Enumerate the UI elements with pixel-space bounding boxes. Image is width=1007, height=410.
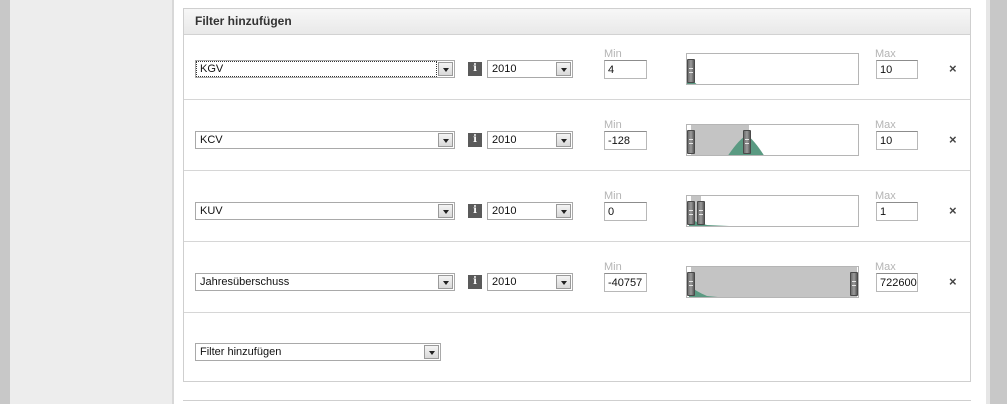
range-handle-max[interactable] (743, 130, 751, 154)
year-select[interactable]: 2010 (487, 202, 573, 220)
max-label: Max (875, 48, 896, 60)
info-icon[interactable]: i (468, 133, 482, 147)
metric-select-value: KUV (200, 205, 223, 217)
dropdown-arrow-icon[interactable] (556, 275, 571, 289)
range-handle-max[interactable] (697, 201, 705, 225)
year-select-value: 2010 (492, 205, 517, 217)
dropdown-arrow-icon[interactable] (438, 133, 453, 147)
filter-panel: Filter hinzufügen KGV i 2010 Min 4 Max 1… (183, 8, 971, 382)
min-label: Min (604, 261, 622, 273)
dropdown-arrow-icon[interactable] (438, 62, 453, 76)
remove-filter-icon[interactable]: × (949, 132, 957, 147)
range-handle-min[interactable] (687, 272, 695, 296)
year-select[interactable]: 2010 (487, 131, 573, 149)
min-label: Min (604, 190, 622, 202)
next-panel-edge (183, 400, 971, 410)
min-label: Min (604, 48, 622, 60)
right-gutter (990, 0, 1007, 404)
info-icon[interactable]: i (468, 62, 482, 76)
max-label: Max (875, 190, 896, 202)
sidebar-divider (172, 0, 174, 404)
max-input[interactable]: 1 (876, 202, 918, 221)
info-icon[interactable]: i (468, 204, 482, 218)
dropdown-arrow-icon[interactable] (424, 345, 439, 359)
distribution-chart (687, 76, 697, 84)
max-input[interactable]: 722600 (876, 273, 918, 292)
left-sidebar (10, 0, 172, 404)
panel-title: Filter hinzufügen (184, 9, 970, 35)
max-label: Max (875, 261, 896, 273)
metric-select-value: KGV (200, 63, 224, 75)
filter-row-jahresueberschuss: Jahresüberschuss i 2010 Min -40757 Max 7… (184, 249, 970, 320)
range-handle-min[interactable] (687, 201, 695, 225)
min-label: Min (604, 119, 622, 131)
row-divider (184, 241, 970, 242)
row-divider (184, 312, 970, 313)
row-divider (184, 99, 970, 100)
distribution-chart (689, 196, 730, 226)
row-divider (184, 170, 970, 171)
year-select-value: 2010 (492, 63, 517, 75)
dropdown-arrow-icon[interactable] (556, 204, 571, 218)
year-select[interactable]: 2010 (487, 273, 573, 291)
left-gutter (0, 0, 10, 404)
add-filter-placeholder: Filter hinzufügen (200, 346, 282, 358)
dropdown-arrow-icon[interactable] (556, 133, 571, 147)
metric-select[interactable]: KCV (195, 131, 455, 149)
metric-select[interactable]: KUV (195, 202, 455, 220)
metric-select[interactable]: KGV (195, 60, 455, 78)
metric-select[interactable]: Jahresüberschuss (195, 273, 455, 291)
min-input[interactable]: 4 (604, 60, 647, 79)
min-input[interactable]: -40757 (604, 273, 647, 292)
year-select-value: 2010 (492, 134, 517, 146)
range-slider[interactable] (686, 124, 859, 156)
filter-row-kuv: KUV i 2010 Min 0 Max 1 × (184, 178, 970, 249)
metric-select-value: KCV (200, 134, 223, 146)
dropdown-arrow-icon[interactable] (438, 204, 453, 218)
max-label: Max (875, 119, 896, 131)
filter-row-kgv: KGV i 2010 Min 4 Max 10 × (184, 36, 970, 107)
remove-filter-icon[interactable]: × (949, 203, 957, 218)
range-handle-min[interactable] (687, 130, 695, 154)
max-input[interactable]: 10 (876, 60, 918, 79)
range-slider[interactable] (686, 53, 859, 85)
filter-row-kcv: KCV i 2010 Min -128 Max 10 × (184, 107, 970, 178)
min-input[interactable]: -128 (604, 131, 647, 150)
range-handle-max[interactable] (850, 272, 858, 296)
year-select-value: 2010 (492, 276, 517, 288)
info-icon[interactable]: i (468, 275, 482, 289)
min-input[interactable]: 0 (604, 202, 647, 221)
range-slider[interactable] (686, 266, 859, 298)
year-select[interactable]: 2010 (487, 60, 573, 78)
add-filter-select[interactable]: Filter hinzufügen (195, 343, 441, 361)
range-slider[interactable] (686, 195, 859, 227)
remove-filter-icon[interactable]: × (949, 274, 957, 289)
distribution-chart (691, 125, 764, 155)
metric-select-value: Jahresüberschuss (200, 276, 290, 288)
dropdown-arrow-icon[interactable] (438, 275, 453, 289)
distribution-chart (689, 267, 857, 297)
dropdown-arrow-icon[interactable] (556, 62, 571, 76)
range-handle-min[interactable] (687, 59, 695, 83)
remove-filter-icon[interactable]: × (949, 61, 957, 76)
max-input[interactable]: 10 (876, 131, 918, 150)
